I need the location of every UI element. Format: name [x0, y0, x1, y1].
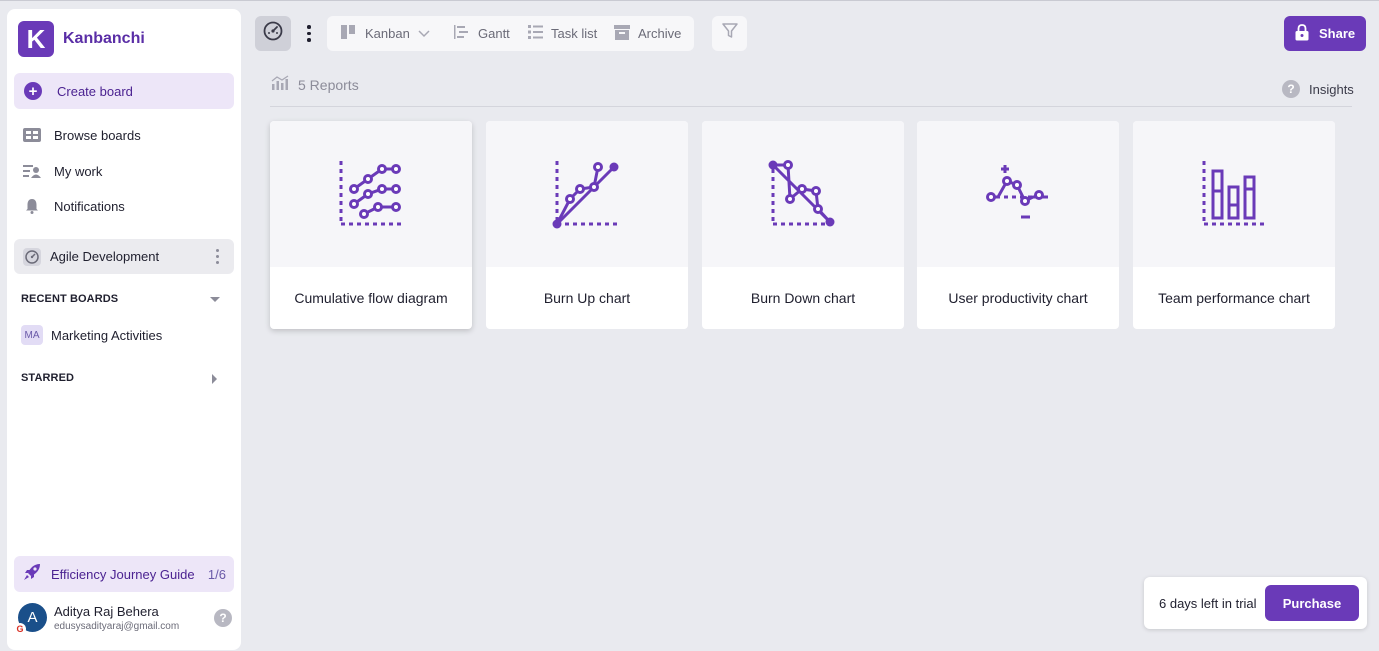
google-icon: G: [14, 623, 26, 635]
user-productivity-icon: [917, 121, 1119, 267]
current-board[interactable]: Agile Development: [14, 239, 234, 274]
logo-mark: K: [18, 21, 54, 57]
nav-label: Notifications: [54, 198, 125, 214]
user-profile[interactable]: A G Aditya Raj Behera edusysadityaraj@gm…: [14, 603, 180, 635]
view-switcher: Kanban Gantt Task list Archive: [327, 16, 694, 51]
view-task-list[interactable]: Task list: [528, 16, 597, 51]
avatar: A G: [14, 603, 47, 635]
kanban-icon: [341, 25, 357, 42]
insights-label: Insights: [1309, 81, 1354, 97]
create-board-label: Create board: [57, 83, 133, 99]
view-kanban[interactable]: Kanban: [341, 16, 430, 51]
nav-my-work[interactable]: My work: [23, 162, 102, 180]
efficiency-guide-button[interactable]: Efficiency Journey Guide 1/6: [14, 556, 234, 592]
team-performance-icon: [1133, 121, 1335, 267]
nav-browse-boards[interactable]: Browse boards: [23, 126, 141, 144]
logo[interactable]: K Kanbanchi: [18, 21, 145, 57]
dashboard-icon: [23, 247, 41, 266]
more-options-icon[interactable]: [307, 25, 311, 42]
trial-banner: 6 days left in trial Purchase: [1144, 577, 1367, 629]
archive-icon: [614, 24, 630, 43]
help-icon[interactable]: ?: [214, 609, 232, 627]
trial-text: 6 days left in trial: [1159, 595, 1257, 611]
task-list-icon: [528, 25, 543, 42]
filter-icon: [721, 23, 738, 44]
user-email: edusysadityaraj@gmail.com: [54, 620, 180, 632]
reports-dashboard-button[interactable]: [255, 16, 291, 51]
report-card-label: User productivity chart: [948, 290, 1088, 306]
board-initials-badge: MA: [21, 325, 43, 345]
reports-icon: [271, 75, 289, 94]
report-card-burn-down[interactable]: Burn Down chart: [702, 121, 904, 329]
filter-button[interactable]: [712, 16, 747, 51]
starred-heading[interactable]: STARRED: [21, 372, 74, 384]
report-card-label: Burn Up chart: [543, 290, 631, 306]
report-card-label: Burn Down chart: [750, 290, 856, 306]
insights-link[interactable]: ? Insights: [1282, 80, 1354, 98]
chevron-right-icon[interactable]: [212, 374, 217, 384]
create-board-button[interactable]: + Create board: [14, 73, 234, 109]
board-menu-icon[interactable]: [216, 249, 220, 264]
recent-board-item[interactable]: MA Marketing Activities: [21, 325, 162, 345]
browse-boards-icon: [23, 126, 41, 144]
report-card-user-productivity[interactable]: User productivity chart: [917, 121, 1119, 329]
report-card-team-performance[interactable]: Team performance chart: [1133, 121, 1335, 329]
chevron-down-icon[interactable]: [210, 297, 220, 302]
lock-icon: [1295, 23, 1309, 44]
burn-down-icon: [702, 121, 904, 267]
plus-icon: +: [24, 82, 42, 100]
my-work-icon: [23, 162, 41, 180]
cumulative-flow-icon: [270, 121, 472, 267]
user-name: Aditya Raj Behera: [54, 603, 159, 619]
bell-icon: [23, 197, 41, 215]
rocket-icon: [23, 563, 41, 586]
nav-label: My work: [54, 163, 103, 179]
report-card-label: Cumulative flow diagram: [294, 290, 448, 306]
current-board-label: Agile Development: [50, 249, 160, 264]
share-button[interactable]: Share: [1284, 16, 1366, 51]
dashboard-icon: [263, 21, 283, 46]
nav-label: Browse boards: [54, 127, 141, 143]
burn-up-icon: [486, 121, 688, 267]
gantt-icon: [454, 25, 470, 42]
view-gantt[interactable]: Gantt: [454, 16, 510, 51]
sidebar: K Kanbanchi + Create board Browse boards…: [7, 9, 241, 650]
divider: [270, 106, 1352, 107]
reports-count: 5 Reports: [298, 76, 359, 93]
recent-board-label: Marketing Activities: [51, 327, 163, 343]
report-card-label: Team performance chart: [1158, 290, 1310, 306]
nav-notifications[interactable]: Notifications: [23, 197, 125, 215]
chevron-down-icon: [418, 26, 430, 41]
view-archive[interactable]: Archive: [614, 16, 681, 51]
share-label: Share: [1319, 26, 1356, 41]
logo-text: Kanbanchi: [63, 30, 145, 47]
guide-label: Efficiency Journey Guide: [51, 566, 195, 582]
guide-progress: 1/6: [207, 566, 226, 582]
report-card-cumulative-flow[interactable]: Cumulative flow diagram: [270, 121, 472, 329]
purchase-button[interactable]: Purchase: [1265, 585, 1359, 621]
reports-heading: 5 Reports: [271, 75, 359, 94]
report-card-burn-up[interactable]: Burn Up chart: [486, 121, 688, 329]
recent-boards-heading[interactable]: RECENT BOARDS: [21, 293, 118, 305]
help-icon: ?: [1282, 80, 1300, 98]
